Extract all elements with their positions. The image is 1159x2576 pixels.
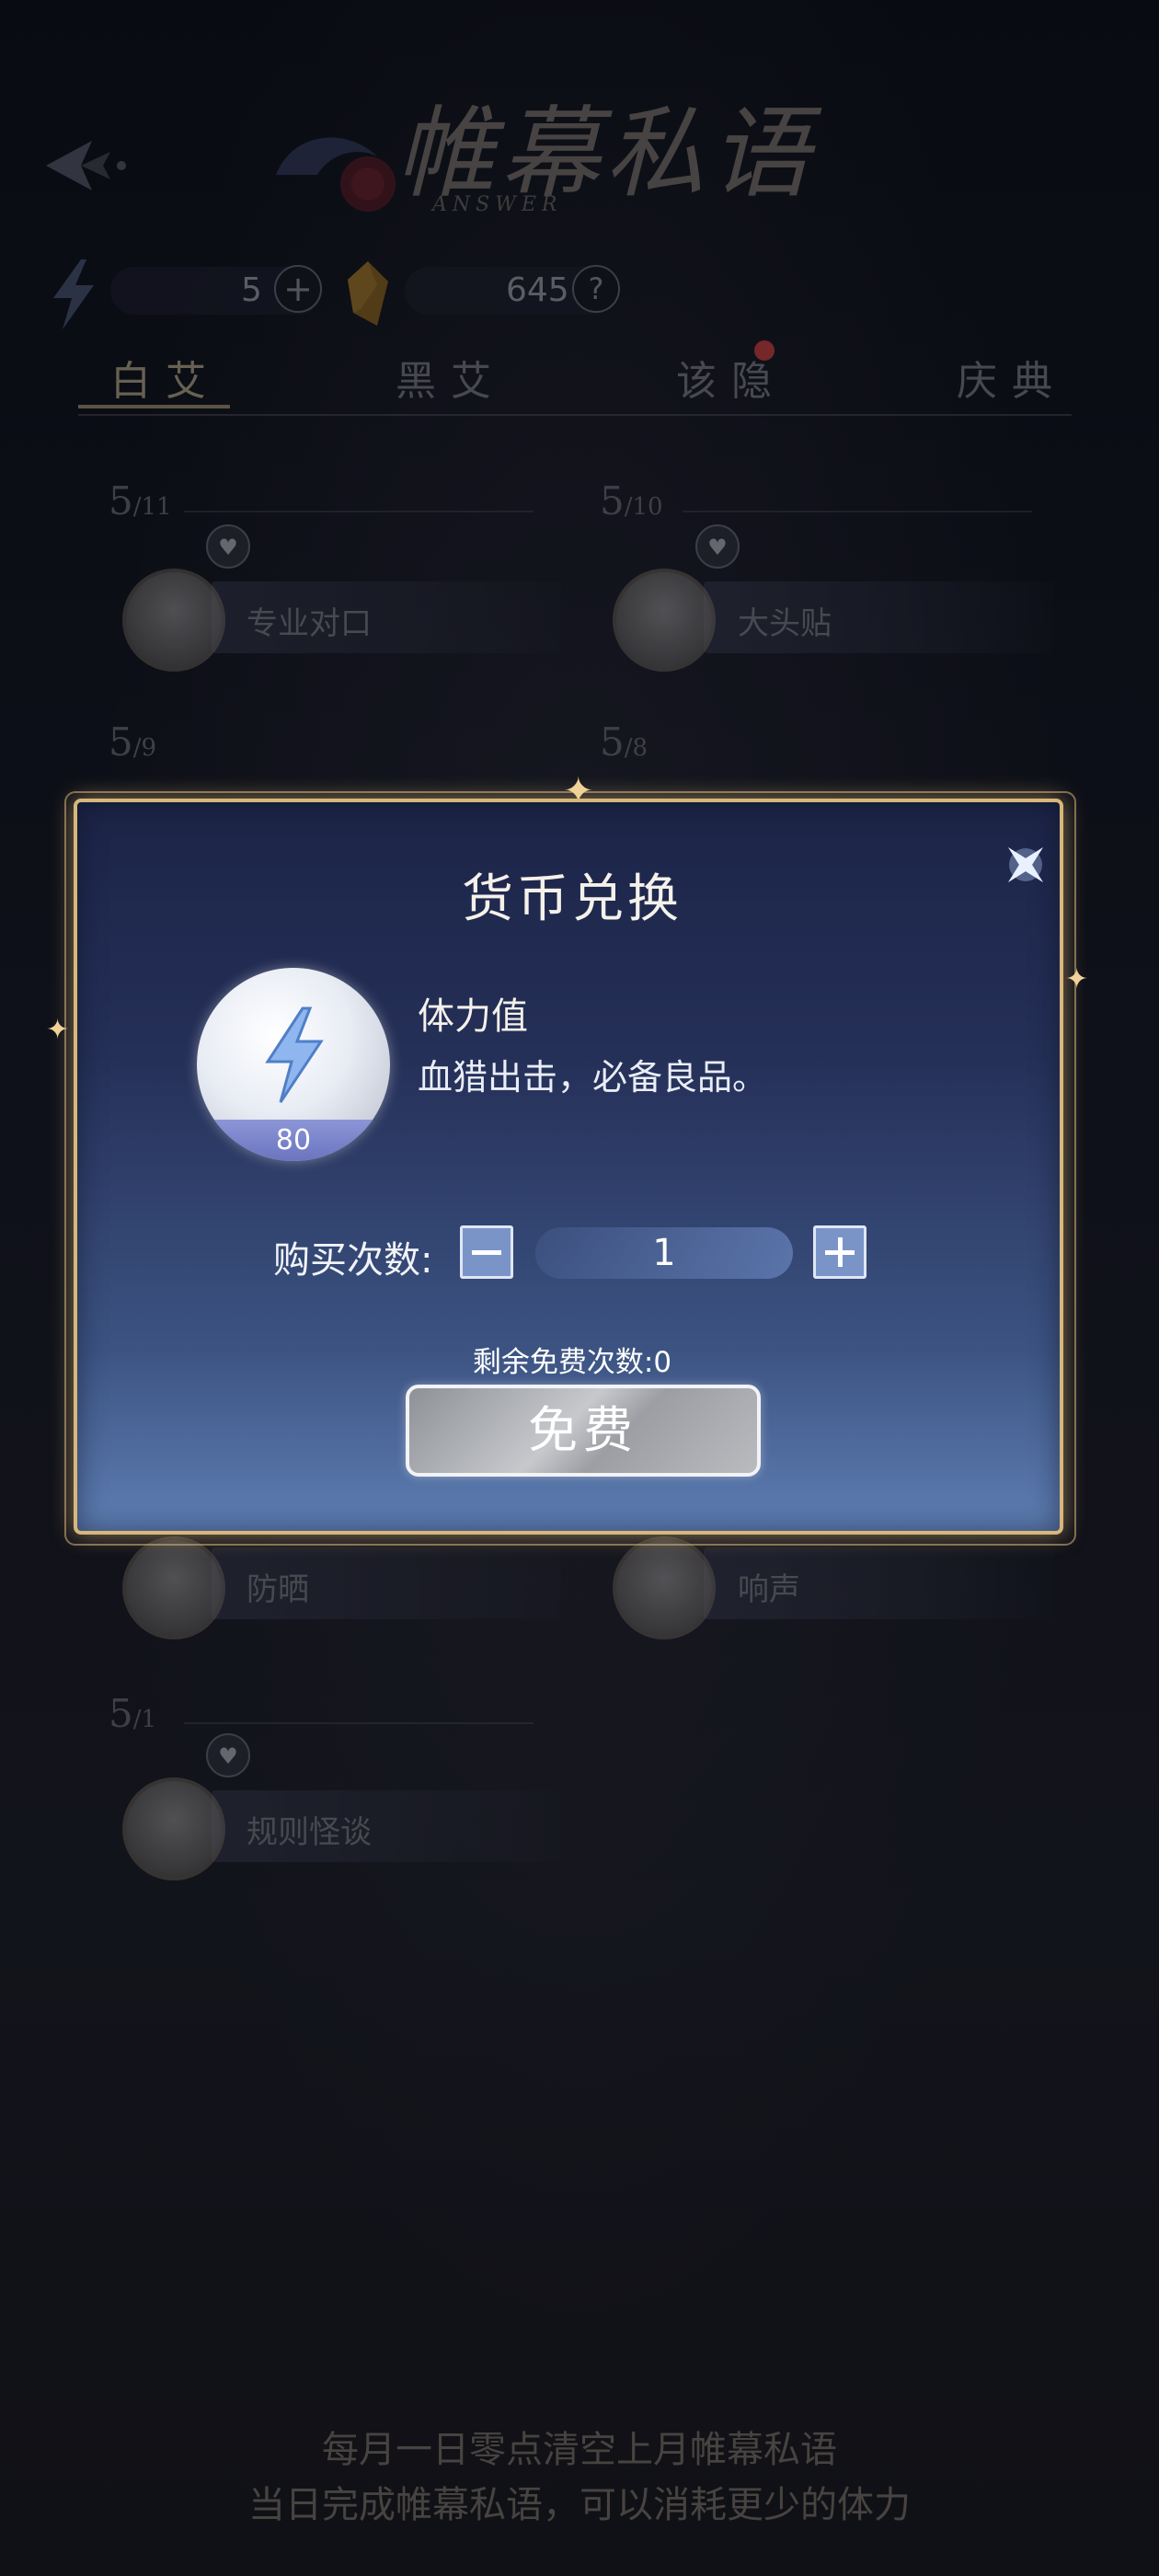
buy-count-label: 购买次数: (273, 1239, 433, 1282)
sparkle-icon: ✦ (1065, 963, 1089, 995)
increase-button[interactable] (813, 1225, 866, 1279)
quantity-field[interactable]: 1 (535, 1227, 793, 1279)
close-button[interactable] (993, 833, 1058, 897)
dialog-title: 货币兑换 (462, 869, 683, 929)
item-description: 血猎出击，必备良品。 (418, 1057, 768, 1098)
close-icon (1007, 846, 1044, 883)
free-button[interactable]: 免费 (406, 1385, 761, 1477)
lightning-icon (265, 1006, 324, 1103)
sparkle-icon: ✦ (46, 1014, 70, 1046)
currency-exchange-dialog: 货币兑换 80 体力值 血猎出击，必备良品。 购买次数: 1 剩余免费次数:0 … (74, 799, 1063, 1535)
stamina-item-icon: 80 (197, 968, 390, 1161)
decrease-button[interactable] (460, 1225, 513, 1279)
plus-icon-vertical (838, 1237, 843, 1267)
item-amount: 80 (275, 1124, 312, 1156)
item-name: 体力值 (418, 995, 528, 1038)
remaining-free-count: 剩余免费次数:0 (472, 1346, 672, 1379)
minus-icon (472, 1250, 501, 1255)
